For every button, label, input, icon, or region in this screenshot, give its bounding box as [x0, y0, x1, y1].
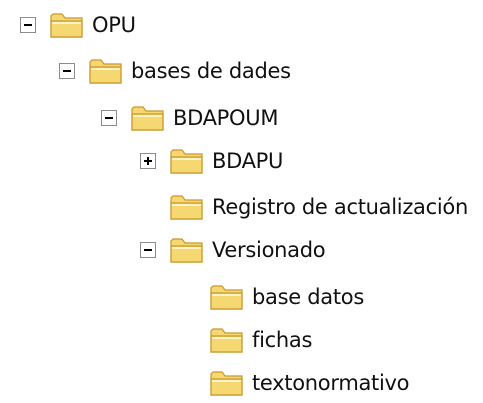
tree-node-label: BDAPU [212, 149, 284, 173]
folder-icon [50, 13, 83, 38]
folder-icon [170, 149, 203, 174]
collapse-toggle-icon[interactable] [20, 17, 36, 33]
folder-icon [131, 106, 164, 131]
collapse-toggle-icon[interactable] [140, 242, 156, 258]
folder-icon [170, 238, 203, 263]
folder-icon [210, 371, 243, 396]
folder-tree: OPU bases de dades BDAPOUM BDAPU Registr… [0, 0, 483, 401]
expand-toggle-icon[interactable] [140, 153, 156, 169]
tree-node-label: base datos [252, 285, 364, 309]
collapse-toggle-icon[interactable] [101, 110, 117, 126]
tree-node-label: BDAPOUM [173, 106, 279, 130]
tree-node-label: fichas [252, 328, 313, 352]
folder-icon [170, 195, 203, 220]
tree-node-label: Versionado [212, 238, 326, 262]
folder-icon [210, 285, 243, 310]
tree-node-label: OPU [92, 13, 136, 37]
collapse-toggle-icon[interactable] [59, 63, 75, 79]
tree-node-label: bases de dades [131, 59, 291, 83]
tree-node-label: textonormativo [252, 371, 410, 395]
folder-icon [89, 59, 122, 84]
folder-icon [210, 328, 243, 353]
tree-node-label: Registro de actualización [212, 195, 468, 219]
